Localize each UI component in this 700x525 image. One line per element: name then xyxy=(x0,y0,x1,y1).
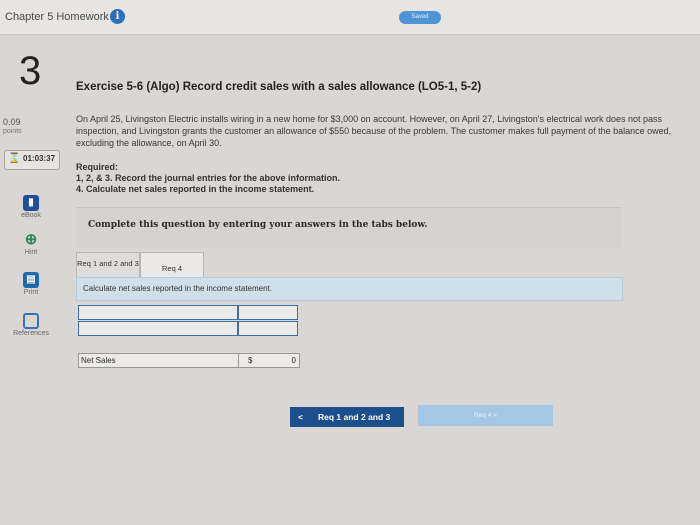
prev-tab-label: Req 1 and 2 and 3 xyxy=(318,412,391,422)
main-content: Exercise 5-6 (Algo) Record credit sales … xyxy=(62,35,700,525)
ebook-label: eBook xyxy=(21,212,41,219)
hint-label: Hint xyxy=(24,249,38,256)
instruction-banner: Complete this question by entering your … xyxy=(76,207,621,248)
sidebar: 3 0.09 points ⌛ 01:03:37 ▮ eBook ⊕ Hint … xyxy=(0,35,62,525)
question-number: 3 xyxy=(19,49,42,93)
required-item-2: 4. Calculate net sales reported in the i… xyxy=(76,184,315,194)
document-icon xyxy=(23,313,39,329)
info-icon[interactable]: i xyxy=(110,9,125,24)
net-sales-value-field: $ 0 xyxy=(238,353,300,368)
answer-cell-value-2[interactable] xyxy=(238,321,298,336)
lifebuoy-icon: ⊕ xyxy=(24,231,38,248)
required-label: Required: xyxy=(76,162,119,172)
saved-badge: Saved xyxy=(399,11,441,24)
timer-value: 01:03:37 xyxy=(23,154,56,163)
ebook-button[interactable]: ▮ eBook xyxy=(0,195,62,219)
timer[interactable]: ⌛ 01:03:37 xyxy=(4,150,60,170)
printer-icon: ▤ xyxy=(23,272,39,288)
tab-instruction: Calculate net sales reported in the inco… xyxy=(76,277,623,301)
points-value: 0.09 xyxy=(3,117,21,127)
exercise-description: On April 25, Livingston Electric install… xyxy=(76,114,672,148)
points-label: points xyxy=(3,128,22,135)
hourglass-icon: ⌛ xyxy=(8,153,21,164)
answer-cell-label-2[interactable] xyxy=(78,321,238,336)
required-item-1: 1, 2, & 3. Record the journal entries fo… xyxy=(76,173,341,183)
chapter-title: Chapter 5 Homework xyxy=(5,11,109,23)
next-tab-label: Req 4 > xyxy=(474,412,497,419)
tab-req-1-2-3-label: Req 1 and 2 and 3 xyxy=(77,259,139,268)
required-section: Required: 1, 2, & 3. Record the journal … xyxy=(76,162,340,195)
top-bar: Chapter 5 Homework i Saved xyxy=(0,0,700,35)
net-sales-value: 0 xyxy=(291,356,296,365)
print-button[interactable]: ▤ Print xyxy=(0,272,62,296)
tab-instruction-text: Calculate net sales reported in the inco… xyxy=(83,284,272,293)
answer-cell-label-1[interactable] xyxy=(78,305,238,320)
tab-req-4-label: Req 4 xyxy=(161,264,182,273)
references-button[interactable]: References xyxy=(0,313,62,337)
print-label: Print xyxy=(23,289,39,296)
exercise-title: Exercise 5-6 (Algo) Record credit sales … xyxy=(76,81,482,93)
chevron-left-icon: < xyxy=(298,412,303,422)
net-sales-label: Net Sales xyxy=(78,353,242,368)
book-icon: ▮ xyxy=(23,195,39,211)
answer-cell-value-1[interactable] xyxy=(238,305,298,320)
references-label: References xyxy=(13,330,49,337)
next-tab-button[interactable]: Req 4 > xyxy=(418,405,553,426)
instruction-banner-text: Complete this question by entering your … xyxy=(88,220,428,230)
hint-button[interactable]: ⊕ Hint xyxy=(0,231,62,257)
currency-symbol: $ xyxy=(248,356,253,365)
prev-tab-button[interactable]: < Req 1 and 2 and 3 xyxy=(290,407,404,427)
